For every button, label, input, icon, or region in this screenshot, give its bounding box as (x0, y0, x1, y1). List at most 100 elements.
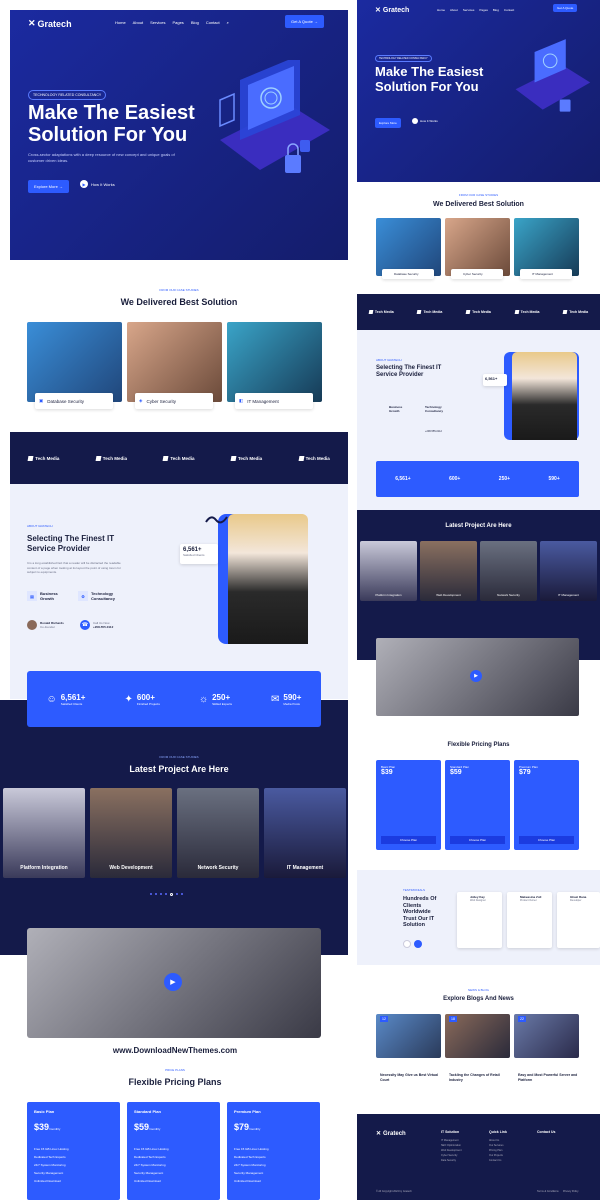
call-block[interactable]: ☎ Call Us Now +208-555-0112 (80, 620, 113, 630)
stat-1: ☺ 6,561+ Satisfied Clients (47, 693, 86, 706)
right-case-label-1: Database Security (382, 269, 434, 279)
right-plan-1-button[interactable]: Choose Plan (381, 836, 436, 844)
right-project-title-3: Network Security (497, 593, 520, 597)
plan-1-name: Basic Plan (34, 1109, 55, 1114)
case-label-3: ◧ IT Management (235, 393, 313, 409)
right-partner-name-5: Tech Media (569, 310, 589, 314)
stat-4-label: Media Posts (283, 701, 300, 706)
about-section: ABOUT GRATECH Selecting The Finest IT Se… (10, 484, 348, 699)
case-image-1[interactable] (27, 322, 122, 402)
footer-col3-title: Contact Us (537, 1130, 556, 1134)
get-quote-label: Get A Quote (291, 19, 313, 24)
right-video-thumbnail[interactable]: ▶ (376, 638, 579, 716)
right-plan-2-price: $59 (450, 769, 462, 776)
stat-1-label: Satisfied Clients (60, 701, 83, 706)
right-video-play-icon[interactable]: ▶ (470, 670, 482, 682)
explore-more-button[interactable]: Explore More → (28, 180, 69, 193)
right-plan-3-price: $79 (519, 769, 531, 776)
right-project-1[interactable] (360, 541, 417, 601)
right-nav-home[interactable]: Home (437, 8, 445, 12)
right-case-image-3[interactable] (514, 218, 579, 276)
footer-solution-5[interactable]: Data Security (441, 1158, 462, 1163)
testimonial-prev-button[interactable] (403, 940, 411, 948)
about-woman-image (228, 514, 308, 644)
case-title-1: Database Security (47, 398, 85, 404)
blog-post-title-1[interactable]: Necessity May Give us Best Virtual Court (380, 1073, 440, 1082)
right-brand-logo[interactable]: ✕ Gratech (375, 6, 409, 15)
right-explore-button[interactable]: Explore More (375, 118, 401, 128)
right-project-3[interactable] (480, 541, 537, 601)
footer-col2-title: Quick Link (489, 1130, 507, 1134)
partner-name-5: Tech Media (305, 455, 330, 461)
get-quote-button[interactable]: Get A Quote → (285, 15, 324, 28)
growth-icon: ▤ (27, 591, 37, 601)
right-case-image-2[interactable] (445, 218, 510, 276)
pricing-tag: PRICE PLANS (165, 1068, 185, 1072)
projects-icon: ✦ (124, 693, 133, 705)
footer-logo[interactable]: ✕ Gratech (376, 1130, 406, 1138)
right-plan-2-button[interactable]: Choose Plan (450, 836, 505, 844)
video-thumbnail[interactable]: ▶ (27, 928, 321, 1038)
search-icon[interactable]: ⌕ (227, 20, 229, 25)
brand-logo[interactable]: ✕ Gratech (28, 18, 72, 29)
case-title-2: Cyber Security (146, 398, 176, 404)
partner-logo-3: Tech Media (162, 455, 195, 461)
footer-brand-name: Gratech (383, 1130, 406, 1137)
right-nav-services[interactable]: Services (463, 8, 475, 12)
right-nav-contact[interactable]: Contact (504, 8, 514, 12)
right-about-woman-image (512, 352, 577, 440)
right-nav-about[interactable]: About (450, 8, 458, 12)
right-case-label-2: Cyber Security (451, 269, 503, 279)
nav-about[interactable]: About (133, 20, 143, 25)
how-it-works-button[interactable]: ▶ How It Works (80, 180, 115, 188)
right-case-image-1[interactable] (376, 218, 441, 276)
plan-3-feature-5: Unlimited Download (234, 1179, 261, 1183)
right-project-2[interactable] (420, 541, 477, 601)
footer-col1-title: IT Solution (441, 1130, 460, 1134)
right-nav-pages[interactable]: Pages (479, 8, 488, 12)
nav-home[interactable]: Home (115, 20, 126, 25)
footer-copyright: © All Copyright 2024 by Gratech (376, 1190, 412, 1193)
right-project-4[interactable] (540, 541, 597, 601)
plan-1-feature-2: Dedicated Tech Experts (34, 1155, 66, 1159)
pricing-card-1: Basic Plan $39/monthly Free 15 GB Linux … (27, 1102, 120, 1200)
testimonial-next-button[interactable] (414, 940, 422, 948)
plan-2-feature-5: Unlimited Download (134, 1179, 161, 1183)
case-image-2[interactable] (127, 322, 222, 402)
video-play-icon[interactable]: ▶ (164, 973, 182, 991)
feature-technology-consultancy: ⚙ Technology Consultancy (78, 591, 128, 601)
testimonial-1-role: Web Designer (470, 899, 486, 902)
consultancy-icon: ⚙ (78, 591, 88, 601)
right-testimonials-section: TESTIMONIALS Hundreds Of Clients Worldwi… (357, 870, 600, 965)
plan-2-feature-4: Security Management (134, 1171, 164, 1175)
partner-name-1: Tech Media (35, 455, 60, 461)
nav-contact[interactable]: Contact (206, 20, 220, 25)
partner-logo-4: Tech Media (230, 455, 262, 461)
brand-name: Gratech (37, 18, 72, 29)
about-title-line2: Service Provider (27, 544, 91, 553)
footer-privacy-link[interactable]: Privacy Policy (563, 1190, 579, 1193)
blog-post-title-2[interactable]: Tackling the Changes of Retail Industry (449, 1073, 509, 1082)
project-pagination[interactable] (150, 893, 183, 896)
nav-pages[interactable]: Pages (172, 20, 183, 25)
right-partner-name-3: Tech Media (472, 310, 491, 314)
testimonial-card-2: Makeasina Zoll Product Owner (507, 892, 552, 948)
blog-post-title-3[interactable]: Easy and Most Powerful Server and Platfo… (518, 1073, 578, 1082)
right-about-tag: ABOUT GRATECH (376, 358, 402, 362)
right-how-it-works[interactable]: How It Works (412, 118, 438, 124)
right-get-quote-button[interactable]: Get A Quote (553, 4, 578, 12)
footer-terms-link[interactable]: Terms & Conditions (537, 1190, 559, 1193)
nav-services[interactable]: Services (150, 20, 165, 25)
nav-blog[interactable]: Blog (191, 20, 199, 25)
footer: ✕ Gratech IT Solution IT Management SEO O… (357, 1114, 600, 1200)
footer-link-5[interactable]: Contact Us (489, 1158, 503, 1163)
plan-2-feature-2: Dedicated Tech Experts (134, 1155, 166, 1159)
plan-1-feature-1: Free 15 GB Linux Hosting (34, 1147, 69, 1151)
right-partner-1: Tech Media (368, 310, 394, 314)
right-nav-blog[interactable]: Blog (493, 8, 499, 12)
right-partner-5: Tech Media (562, 310, 589, 314)
right-nav: Home About Services Pages Blog Contact (437, 8, 519, 12)
stat-4-number: 590+ (283, 692, 302, 702)
right-plan-3-button[interactable]: Choose Plan (519, 836, 574, 844)
case-image-3[interactable] (227, 322, 322, 402)
